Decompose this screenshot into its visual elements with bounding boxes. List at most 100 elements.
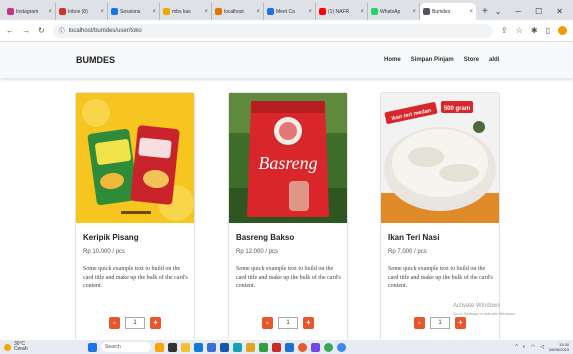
profile-avatar[interactable] [558, 26, 567, 35]
info-icon: ⓘ [58, 29, 65, 35]
product-tag-right: 500 gram [444, 106, 470, 112]
product-price: Rp 12.000 / pcs [236, 249, 279, 255]
watermark-subtitle: Go to Settings to activate Windows. [453, 311, 517, 316]
close-window-icon[interactable]: ✕ [556, 7, 563, 16]
chrome-icon[interactable] [337, 342, 346, 352]
close-icon[interactable]: × [100, 9, 104, 15]
share-icon[interactable]: ⇪ [501, 26, 508, 35]
back-icon[interactable]: ← [6, 26, 14, 35]
decrease-button[interactable]: - [262, 317, 273, 329]
tab-whatsapp[interactable]: WhatsAp × [368, 3, 420, 20]
chrome-icon[interactable] [298, 342, 307, 352]
nav-link-store[interactable]: Store [464, 57, 479, 63]
localhost-icon [215, 8, 222, 15]
nav-link-home[interactable]: Home [384, 57, 401, 63]
new-tab-button[interactable]: + [482, 3, 488, 20]
quantity-stepper: - 1 + [229, 317, 347, 329]
product-description: Some quick example text to build on the … [388, 266, 493, 289]
brand-logo[interactable]: BUMDES [76, 55, 115, 65]
nav-link-user[interactable]: aldi [489, 57, 499, 63]
star-icon[interactable]: ☆ [516, 26, 523, 35]
close-icon[interactable]: × [308, 9, 312, 15]
increase-button[interactable]: + [303, 317, 314, 329]
app-icon[interactable] [259, 342, 268, 352]
maximize-icon[interactable]: ☐ [535, 7, 542, 16]
site-navbar: BUMDES Home Simpan Pinjam Store aldi [0, 42, 573, 78]
chevron-up-icon[interactable]: ^ [515, 344, 517, 350]
increase-button[interactable]: + [455, 317, 466, 329]
increase-button[interactable]: + [150, 317, 161, 329]
globe-icon [423, 8, 430, 15]
sessions-icon [111, 8, 118, 15]
tab-meet[interactable]: Meet Ca × [264, 3, 316, 20]
app-icon[interactable] [233, 342, 242, 352]
tab-mbs[interactable]: mbs kas × [160, 3, 212, 20]
reload-icon[interactable]: ↻ [38, 26, 45, 35]
decrease-button[interactable]: - [414, 317, 425, 329]
chevron-down-icon[interactable]: ⌄ [495, 7, 502, 16]
tab-youtube[interactable]: (1) NAFR × [316, 3, 368, 20]
close-icon[interactable]: × [204, 9, 208, 15]
tab-label: mbs kas [172, 8, 191, 15]
wifi-icon[interactable]: ◠ [531, 344, 535, 350]
quantity-stepper: - 1 + [76, 317, 194, 329]
close-icon[interactable]: × [412, 9, 416, 15]
tab-localhost[interactable]: localhost × [212, 3, 264, 20]
weather-widget[interactable]: 30°C Cerah [4, 342, 74, 352]
quantity-input[interactable]: 1 [278, 317, 298, 329]
product-title: Basreng Bakso [236, 233, 295, 242]
product-price: Rp 10.000 / pcs [83, 249, 126, 255]
store-icon[interactable] [207, 342, 216, 352]
product-description: Some quick example text to build on the … [83, 266, 188, 289]
close-icon[interactable]: × [152, 9, 156, 15]
tab-sessions[interactable]: Sessions × [108, 3, 160, 20]
sun-icon [4, 343, 11, 351]
product-title: Ikan Teri Nasi [388, 233, 440, 242]
network-icon[interactable]: ◐ [523, 344, 526, 350]
edge-icon[interactable] [194, 342, 203, 352]
meet-icon [267, 8, 274, 15]
windows-start-icon[interactable] [88, 342, 97, 352]
vscode-icon[interactable] [285, 342, 294, 352]
chrome-icon[interactable] [324, 342, 333, 352]
clock[interactable]: 13:30 08/06/2023 [549, 342, 569, 352]
quantity-stepper: - 1 + [381, 317, 499, 329]
nav-link-simpan-pinjam[interactable]: Simpan Pinjam [411, 57, 454, 63]
app-icon[interactable] [272, 342, 281, 352]
taskbar-search-input[interactable]: Search [101, 342, 151, 352]
tab-inbox[interactable]: Inbox (8) × [56, 3, 108, 20]
tab-instagram[interactable]: Instagram × [4, 3, 56, 20]
minimize-icon[interactable]: ─ [515, 7, 521, 16]
package-label: Basreng [258, 153, 317, 173]
sidebar-icon[interactable]: ▯ [546, 26, 550, 35]
browser-toolbar-icons: ⇪ ☆ ✱ ▯ [501, 26, 567, 35]
close-icon[interactable]: × [256, 9, 260, 15]
windows-taskbar: 30°C Cerah Search ^ ◐ ◠ ◁ 13:30 08/06/20… [0, 340, 573, 354]
widgets-icon[interactable] [155, 342, 164, 352]
quantity-input[interactable]: 1 [430, 317, 450, 329]
weather-condition: Cerah [14, 346, 28, 352]
url-input[interactable]: ⓘ localhost/bumdes/user/toko [52, 23, 494, 38]
extensions-icon[interactable]: ✱ [531, 26, 538, 35]
quantity-input[interactable]: 1 [125, 317, 145, 329]
app-icon[interactable] [311, 342, 320, 352]
tab-label: (1) NAFR [328, 8, 350, 15]
decrease-button[interactable]: - [109, 317, 120, 329]
close-icon[interactable]: × [469, 9, 473, 15]
mail-icon[interactable] [220, 342, 229, 352]
close-icon[interactable]: × [48, 9, 52, 15]
forward-icon[interactable]: → [22, 26, 30, 35]
volume-icon[interactable]: ◁ [540, 344, 544, 350]
file-explorer-icon[interactable] [181, 342, 190, 352]
tab-label: Bumdes [432, 8, 451, 15]
product-image-keripik-pisang [76, 93, 194, 223]
tab-label: WhatsAp [380, 8, 401, 15]
youtube-icon [319, 8, 326, 15]
tab-label: Inbox (8) [68, 8, 88, 15]
close-icon[interactable]: × [360, 9, 364, 15]
folder-icon[interactable] [246, 342, 255, 352]
instagram-icon [7, 8, 14, 15]
tab-bumdes[interactable]: Bumdes × [420, 3, 476, 20]
task-view-icon[interactable] [168, 342, 177, 352]
product-image-ikan-teri-nasi: ikan teri medan 500 gram [381, 93, 499, 223]
